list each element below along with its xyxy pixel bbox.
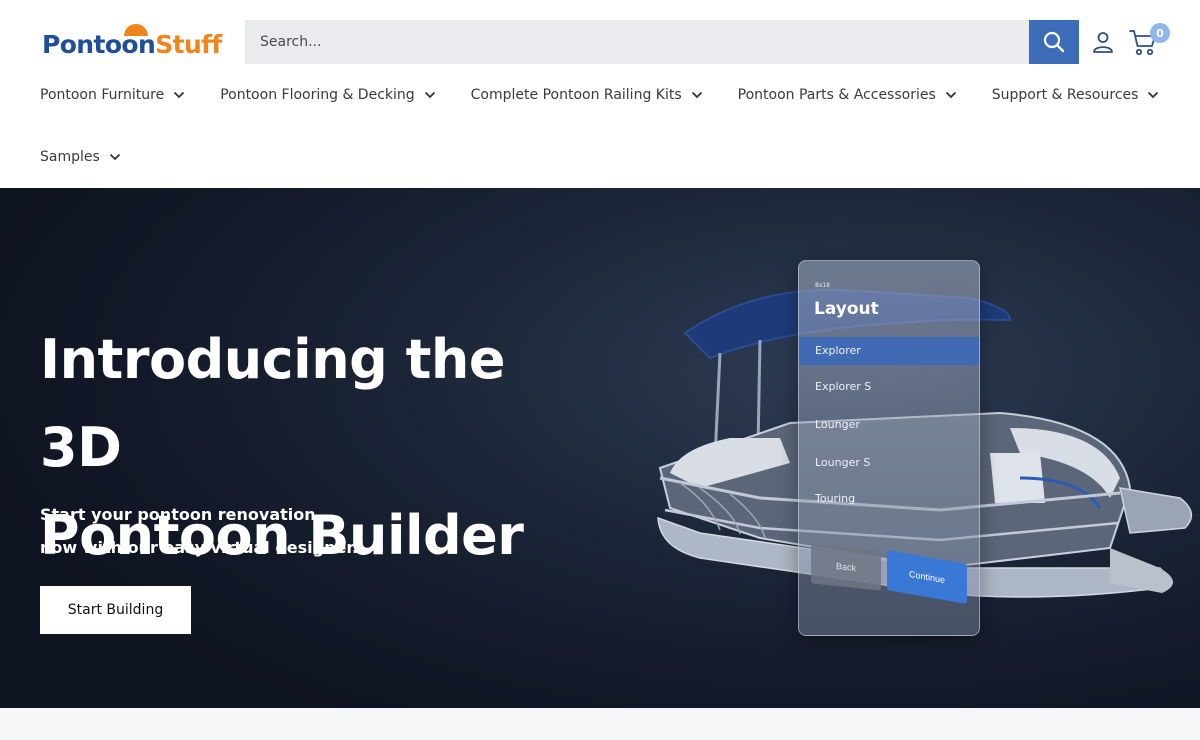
nav-item-railing-kits[interactable]: Complete Pontoon Railing Kits bbox=[471, 87, 703, 103]
site-header: PontoonStuff 0 Pontoon Furniture bbox=[0, 0, 1200, 188]
panel-continue-button: Continue bbox=[887, 549, 967, 605]
section-divider bbox=[0, 708, 1200, 740]
nav-item-label: Support & Resources bbox=[991, 87, 1139, 103]
search-button[interactable] bbox=[1029, 20, 1079, 64]
nav-item-label: Pontoon Parts & Accessories bbox=[737, 87, 936, 103]
start-building-button[interactable]: Start Building bbox=[40, 586, 191, 634]
nav-item-label: Pontoon Furniture bbox=[40, 87, 165, 103]
chevron-down-icon bbox=[424, 91, 435, 99]
cart-count-badge: 0 bbox=[1150, 23, 1170, 43]
hero-subtitle-line2: now with our easy virtual designer. bbox=[40, 538, 359, 557]
layout-option-explorer-s: Explorer S bbox=[815, 380, 872, 393]
search-input[interactable] bbox=[245, 20, 1029, 64]
layout-option-explorer: Explorer bbox=[799, 337, 979, 365]
nav-item-label: Complete Pontoon Railing Kits bbox=[470, 87, 682, 103]
chevron-down-icon bbox=[109, 153, 120, 161]
layout-option-touring: Touring bbox=[815, 492, 856, 505]
chevron-down-icon bbox=[691, 91, 702, 99]
layout-option-lounger: Lounger bbox=[815, 418, 860, 431]
chevron-down-icon bbox=[1148, 91, 1159, 99]
chevron-down-icon bbox=[945, 91, 956, 99]
layout-selector-panel: 8x18 Layout Explorer Explorer S Lounger … bbox=[798, 260, 980, 636]
nav-item-label: Samples bbox=[40, 149, 100, 165]
panel-size-code: 8x18 bbox=[815, 282, 831, 289]
brand-name-part1: Pontoon bbox=[42, 30, 156, 59]
brand-logo[interactable]: PontoonStuff bbox=[42, 22, 222, 66]
panel-title: Layout bbox=[814, 299, 879, 319]
account-button[interactable] bbox=[1090, 29, 1116, 55]
nav-item-samples[interactable]: Samples bbox=[40, 149, 121, 165]
nav-item-support-resources[interactable]: Support & Resources bbox=[992, 87, 1160, 103]
main-nav: Pontoon Furniture Pontoon Flooring & Dec… bbox=[40, 80, 1160, 165]
nav-item-flooring-decking[interactable]: Pontoon Flooring & Decking bbox=[220, 87, 435, 103]
user-icon bbox=[1093, 32, 1113, 53]
chevron-down-icon bbox=[174, 91, 185, 99]
panel-back-button: Back bbox=[811, 543, 881, 591]
nav-item-parts-accessories[interactable]: Pontoon Parts & Accessories bbox=[738, 87, 957, 103]
nav-item-label: Pontoon Flooring & Decking bbox=[220, 87, 415, 103]
hero-title-line1: Introducing the 3D bbox=[40, 328, 505, 479]
brand-name-part2: Stuff bbox=[155, 30, 222, 59]
hero-subtitle: Start your pontoon renovation now with o… bbox=[40, 498, 460, 564]
brand-name: PontoonStuff bbox=[42, 30, 222, 59]
search-icon bbox=[1043, 31, 1065, 53]
nav-item-pontoon-furniture[interactable]: Pontoon Furniture bbox=[40, 87, 185, 103]
layout-option-lounger-s: Lounger S bbox=[815, 456, 871, 469]
hero-subtitle-line1: Start your pontoon renovation bbox=[40, 505, 316, 524]
hero-banner: Introducing the 3D Pontoon Builder Start… bbox=[0, 188, 1200, 708]
search-bar bbox=[245, 20, 1079, 64]
